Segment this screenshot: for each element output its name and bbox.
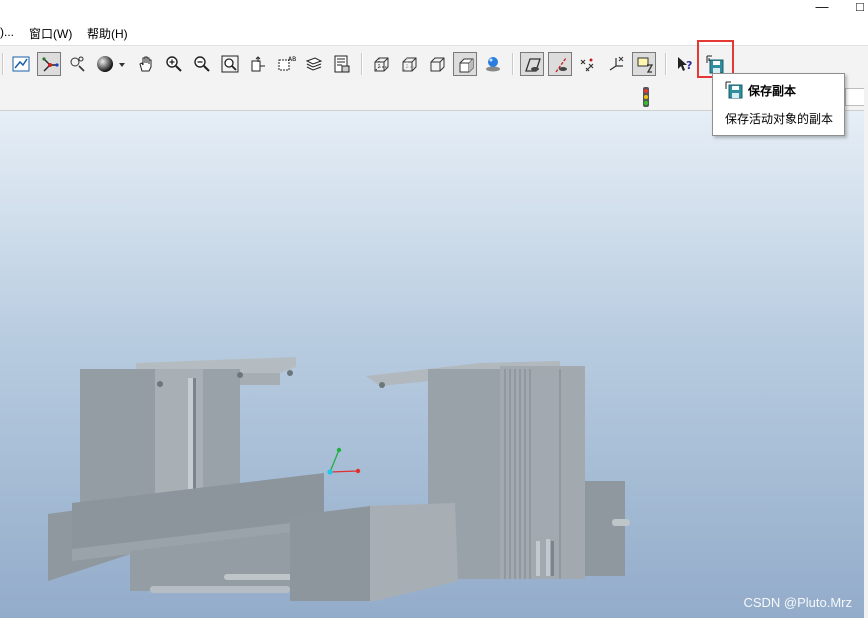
- context-help-button[interactable]: ?: [673, 52, 697, 76]
- svg-text:?: ?: [686, 59, 692, 72]
- layers-icon: [305, 57, 323, 71]
- no-hidden-icon: [430, 57, 445, 72]
- shading-button[interactable]: [453, 52, 477, 76]
- reorient-icon: [251, 56, 265, 72]
- zoom-in-button[interactable]: [162, 52, 186, 76]
- zoom-out-button[interactable]: [190, 52, 214, 76]
- menu-item-truncated[interactable]: )...: [0, 25, 14, 39]
- refit-icon: [221, 55, 239, 73]
- display-style-dropdown[interactable]: [117, 52, 127, 76]
- repaint-icon: [12, 56, 30, 72]
- menu-bar: )... 窗口(W) 帮助(H): [0, 20, 868, 45]
- x-axis-line: [329, 470, 359, 473]
- toolbar-separator: [361, 53, 363, 75]
- datum-planes-button[interactable]: [520, 52, 544, 76]
- toolbar-separator: [2, 53, 4, 75]
- hidden-line-icon: [402, 57, 417, 72]
- zoom-in-icon: [166, 56, 182, 72]
- coordinate-systems-button[interactable]: [604, 52, 628, 76]
- tooltip-title: 保存副本: [748, 84, 797, 98]
- minimize-icon[interactable]: —: [812, 0, 832, 20]
- orient-button[interactable]: [65, 52, 89, 76]
- saved-views-button[interactable]: AB: [274, 52, 298, 76]
- view-manager-button[interactable]: [330, 52, 354, 76]
- datum-points-icon: [580, 58, 594, 72]
- save-copy-icon: [725, 81, 743, 99]
- origin-point: [327, 469, 333, 475]
- pan-button[interactable]: [134, 52, 158, 76]
- layers-button[interactable]: [302, 52, 326, 76]
- graphics-viewport[interactable]: CSDN @Pluto.Mrz: [0, 111, 868, 618]
- spin-center-icon: [42, 57, 59, 72]
- shading-icon: [459, 58, 474, 73]
- enhanced-realism-icon: [486, 57, 500, 72]
- menu-item-window[interactable]: 窗口(W): [29, 25, 72, 42]
- datum-axes-icon: [555, 57, 567, 73]
- annotations-button[interactable]: [632, 52, 656, 76]
- saved-views-icon: AB: [278, 56, 296, 71]
- maximize-icon[interactable]: □: [856, 0, 868, 20]
- menu-item-help[interactable]: 帮助(H): [87, 25, 128, 42]
- view-manager-icon: [334, 55, 350, 73]
- datum-axes-button[interactable]: [548, 52, 572, 76]
- screw-rod: [150, 586, 290, 593]
- right-edge-panel: [864, 83, 868, 618]
- annotations-icon: [637, 57, 654, 73]
- pan-hand-icon: [139, 56, 152, 72]
- regen-status-icon: [641, 86, 651, 108]
- dropdown-arrow-icon: [119, 63, 125, 67]
- refit-button[interactable]: [218, 52, 242, 76]
- watermark: CSDN @Pluto.Mrz: [743, 595, 852, 610]
- toolbar-separator: [665, 53, 667, 75]
- hidden-line-button[interactable]: [397, 52, 421, 76]
- display-style-icon: [97, 56, 113, 72]
- spin-center-button[interactable]: [37, 52, 61, 76]
- context-help-icon: ?: [678, 57, 692, 72]
- datum-planes-icon: [525, 58, 541, 72]
- no-hidden-button[interactable]: [425, 52, 449, 76]
- y-axis-line: [329, 449, 340, 473]
- orient-icon: [70, 56, 85, 72]
- reorient-button[interactable]: [246, 52, 270, 76]
- datum-points-button[interactable]: [576, 52, 600, 76]
- title-bar: — □: [0, 0, 868, 20]
- wireframe-icon: [374, 57, 389, 72]
- svg-text:AB: AB: [288, 56, 296, 63]
- toolbar-separator: [512, 53, 514, 75]
- enhanced-realism-button[interactable]: [481, 52, 505, 76]
- vise-model: [48, 357, 630, 601]
- coordinate-systems-icon: [609, 56, 624, 71]
- tooltip-description: 保存活动对象的副本: [725, 112, 834, 126]
- base-right: [370, 503, 458, 601]
- zoom-out-icon: [194, 56, 210, 72]
- repaint-button[interactable]: [9, 52, 33, 76]
- wireframe-button[interactable]: [369, 52, 393, 76]
- tooltip-save-copy: 保存副本 保存活动对象的副本: [712, 73, 845, 136]
- display-style-button[interactable]: [93, 52, 117, 76]
